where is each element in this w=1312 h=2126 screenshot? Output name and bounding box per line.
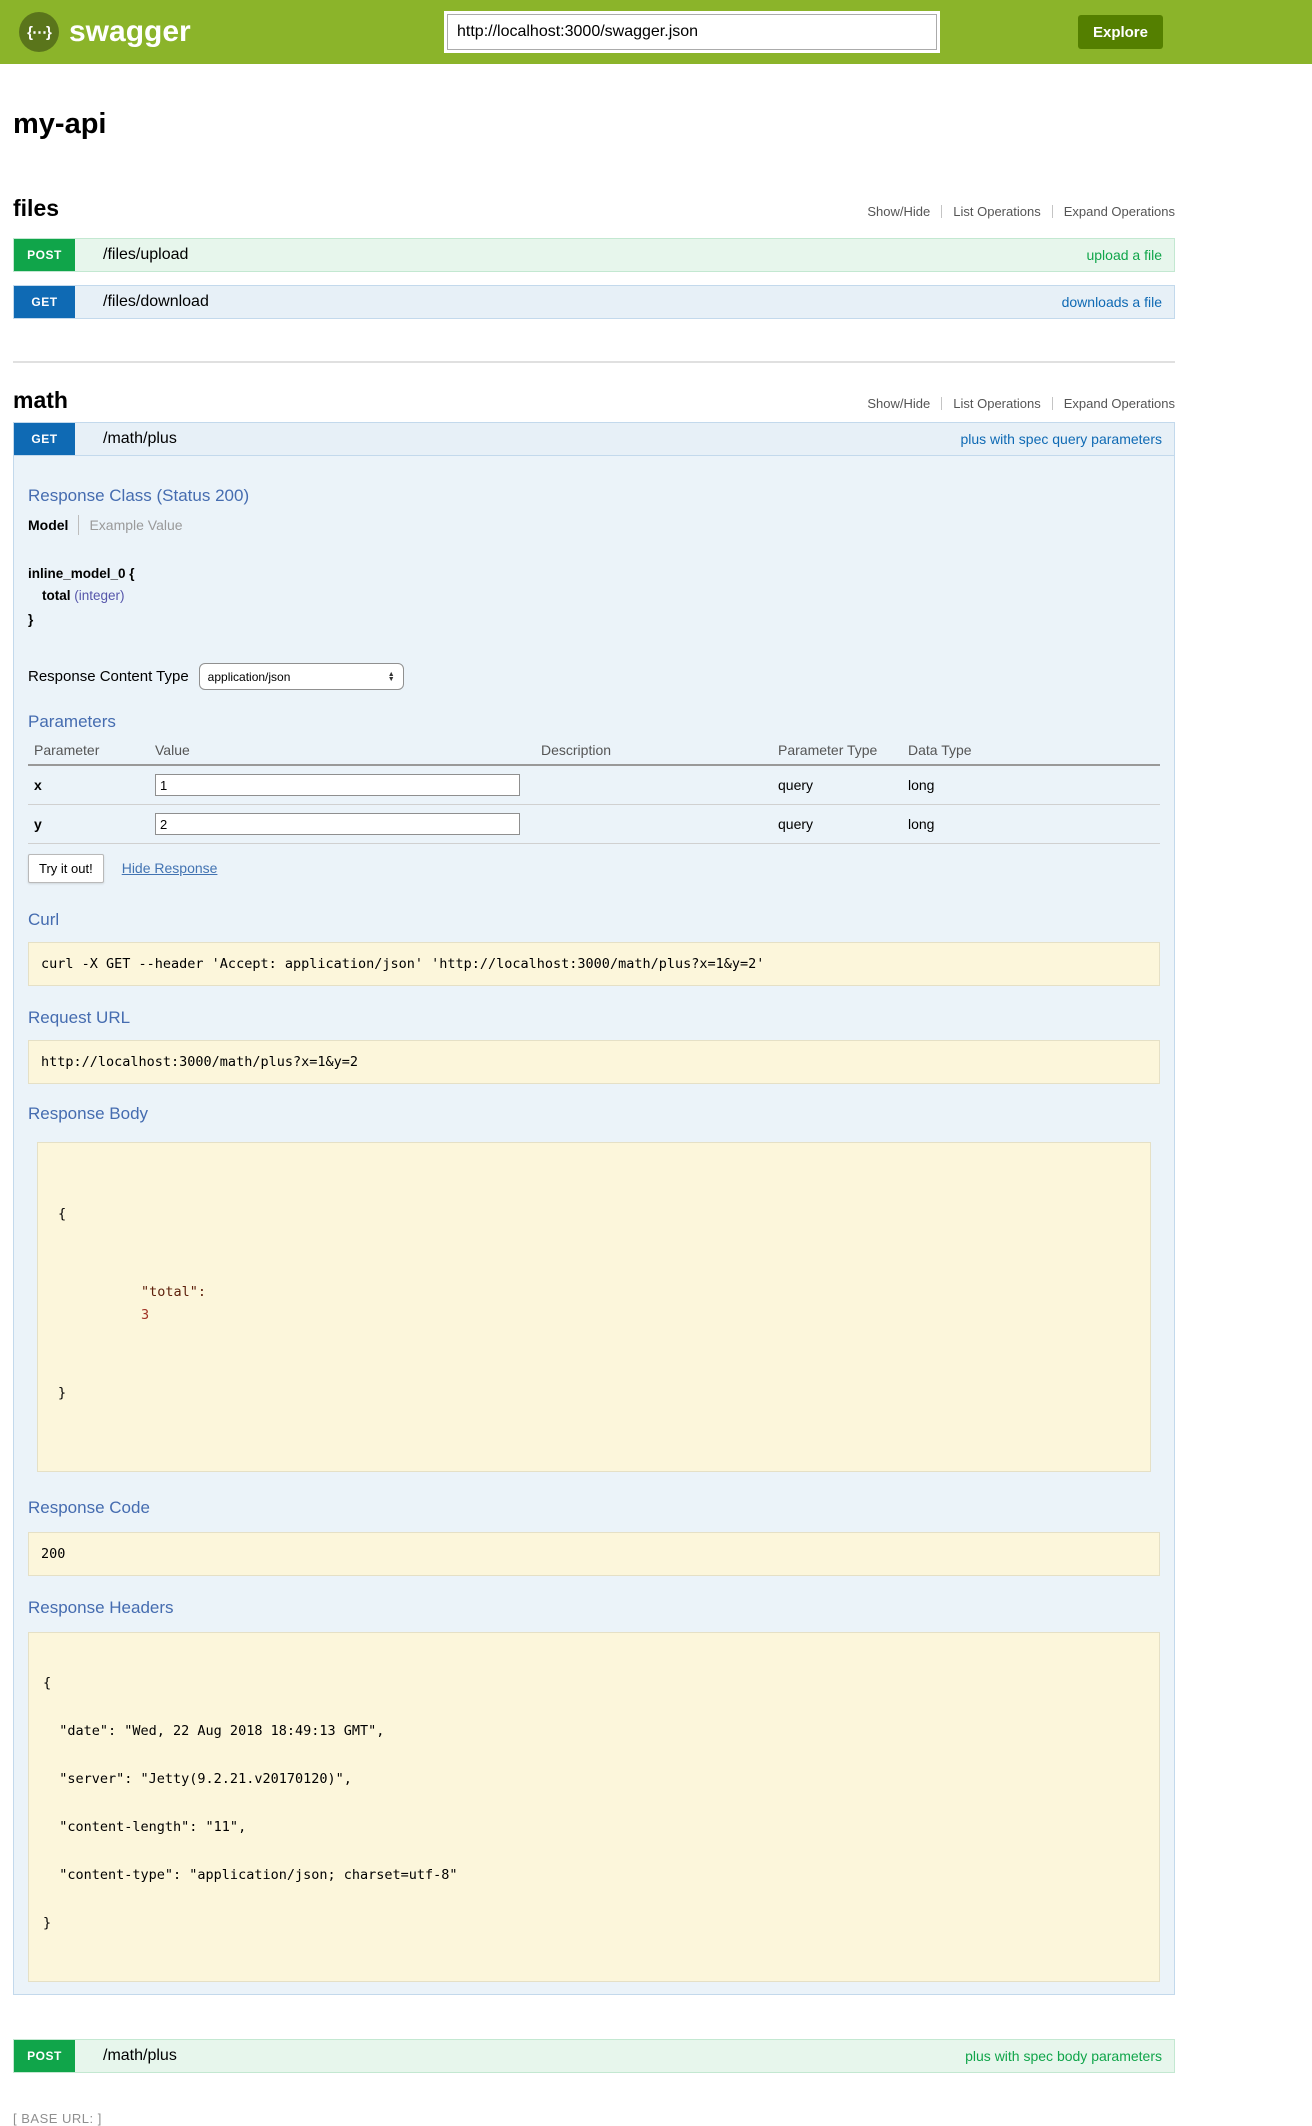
operation-summary-link[interactable]: plus with spec query parameters [960, 431, 1162, 447]
files-section-title[interactable]: files [13, 195, 59, 222]
separator [1052, 397, 1053, 410]
get-method-badge: GET [14, 286, 75, 318]
column-header-data-type: Data Type [908, 738, 1160, 765]
show-hide-link[interactable]: Show/Hide [867, 204, 930, 219]
response-content-type-row: Response Content Type application/json ▲… [28, 663, 1160, 690]
files-section-controls: Show/Hide List Operations Expand Operati… [867, 204, 1175, 219]
operation-path-link[interactable]: /math/plus [103, 2047, 177, 2065]
parameter-description [541, 805, 778, 844]
parameter-y-input[interactable] [155, 813, 520, 835]
json-close-brace: } [58, 1382, 1138, 1405]
response-body-heading: Response Body [28, 1104, 1160, 1124]
content-wrap: my-api files Show/Hide List Operations E… [13, 108, 1175, 2126]
parameters-table: Parameter Value Description Parameter Ty… [28, 738, 1160, 844]
expand-operations-link[interactable]: Expand Operations [1064, 204, 1175, 219]
model-signature: inline_model_0 { total (integer) } [28, 566, 1160, 627]
json-open-brace: { [58, 1203, 1138, 1226]
operation-detail-panel: Response Class (Status 200) Model Exampl… [13, 456, 1175, 1995]
parameter-row-x: x query long [28, 765, 1160, 805]
spec-url-input[interactable] [447, 14, 937, 50]
show-hide-link[interactable]: Show/Hide [867, 396, 930, 411]
column-header-parameter: Parameter [28, 738, 155, 765]
post-method-badge: POST [14, 2040, 75, 2072]
response-headers-heading: Response Headers [28, 1598, 1160, 1618]
separator [78, 515, 79, 535]
response-class-heading: Response Class (Status 200) [28, 456, 1160, 506]
section-divider [13, 361, 1175, 363]
separator [941, 205, 942, 218]
api-title: my-api [13, 108, 1175, 141]
operation-summary-link[interactable]: downloads a file [1062, 294, 1162, 310]
operation-path-link[interactable]: /math/plus [103, 430, 177, 448]
separator [1052, 205, 1053, 218]
select-arrows-icon: ▲▼ [388, 672, 395, 682]
response-content-type-label: Response Content Type [28, 668, 189, 685]
column-header-value: Value [155, 738, 541, 765]
json-key: "total": [141, 1284, 206, 1300]
request-url-heading: Request URL [28, 1008, 1160, 1028]
list-operations-link[interactable]: List Operations [953, 204, 1040, 219]
operation-row-post-math-plus[interactable]: POST /math/plus plus with spec body para… [13, 2039, 1175, 2073]
response-headers-block: { "date": "Wed, 22 Aug 2018 18:49:13 GMT… [28, 1632, 1160, 1982]
json-value: 3 [141, 1307, 149, 1323]
math-section-title[interactable]: math [13, 387, 68, 414]
post-method-badge: POST [14, 239, 75, 271]
parameter-name: x [28, 765, 155, 805]
try-it-out-row: Try it out! Hide Response [28, 852, 1160, 884]
response-code-heading: Response Code [28, 1498, 1160, 1518]
operation-row-post-files-upload[interactable]: POST /files/upload upload a file [13, 238, 1175, 272]
parameter-name: y [28, 805, 155, 844]
expand-operations-link[interactable]: Expand Operations [1064, 396, 1175, 411]
model-name: inline_model_0 { [28, 566, 1160, 581]
try-it-out-button[interactable]: Try it out! [28, 854, 104, 883]
operation-path-link[interactable]: /files/upload [103, 246, 188, 264]
list-operations-link[interactable]: List Operations [953, 396, 1040, 411]
operation-path-link[interactable]: /files/download [103, 293, 209, 311]
response-content-type-select[interactable]: application/json ▲▼ [199, 663, 404, 690]
model-tabs: Model Example Value [28, 514, 1160, 536]
math-section-header: math Show/Hide List Operations Expand Op… [13, 387, 1175, 414]
brand-name: swagger [69, 15, 191, 49]
tab-example-value[interactable]: Example Value [89, 517, 182, 533]
swagger-brand[interactable]: {⋯} swagger [19, 12, 191, 52]
request-url-block: http://localhost:3000/math/plus?x=1&y=2 [28, 1040, 1160, 1084]
model-close-brace: } [28, 612, 1160, 627]
curl-command-block: curl -X GET --header 'Accept: applicatio… [28, 942, 1160, 986]
curl-heading: Curl [28, 910, 1160, 930]
parameter-type: query [778, 765, 908, 805]
operation-summary-link[interactable]: plus with spec body parameters [965, 2048, 1162, 2064]
get-method-badge: GET [14, 423, 75, 455]
parameters-heading: Parameters [28, 712, 1160, 732]
files-section-header: files Show/Hide List Operations Expand O… [13, 195, 1175, 222]
math-section-controls: Show/Hide List Operations Expand Operati… [867, 396, 1175, 411]
response-code-block: 200 [28, 1532, 1160, 1576]
parameter-data-type: long [908, 805, 1160, 844]
column-header-description: Description [541, 738, 778, 765]
parameter-row-y: y query long [28, 805, 1160, 844]
explore-button[interactable]: Explore [1078, 15, 1163, 49]
column-header-parameter-type: Parameter Type [778, 738, 908, 765]
operation-row-get-files-download[interactable]: GET /files/download downloads a file [13, 285, 1175, 319]
top-bar: {⋯} swagger Explore [0, 0, 1312, 64]
operation-row-get-math-plus[interactable]: GET /math/plus plus with spec query para… [13, 422, 1175, 456]
swagger-logo-icon: {⋯} [19, 12, 59, 52]
model-property-type: (integer) [74, 588, 124, 603]
separator [941, 397, 942, 410]
parameter-description [541, 765, 778, 805]
model-property-name: total [42, 588, 71, 603]
parameters-header-row: Parameter Value Description Parameter Ty… [28, 738, 1160, 765]
operation-summary-link[interactable]: upload a file [1086, 247, 1162, 263]
hide-response-link[interactable]: Hide Response [122, 860, 218, 876]
response-body-block: { "total": 3 } [37, 1142, 1151, 1472]
parameter-data-type: long [908, 765, 1160, 805]
selected-option: application/json [208, 670, 291, 684]
parameter-type: query [778, 805, 908, 844]
base-url-footer: [ BASE URL: ] [13, 2111, 1175, 2126]
parameter-x-input[interactable] [155, 774, 520, 796]
tab-model[interactable]: Model [28, 517, 68, 533]
